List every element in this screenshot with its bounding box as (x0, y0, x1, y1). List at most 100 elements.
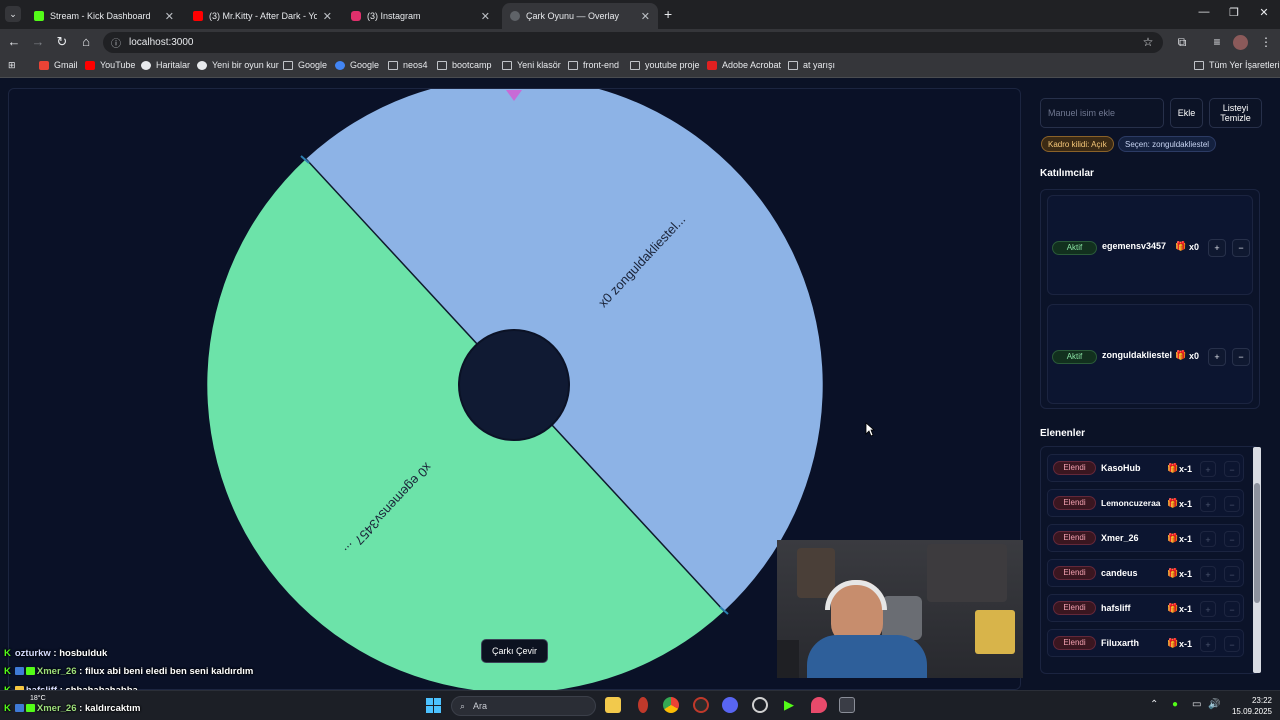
scrollbar-thumb[interactable] (1254, 483, 1260, 603)
decrement-button[interactable]: − (1224, 636, 1240, 652)
kick-icon: K (4, 648, 11, 659)
extensions-icon[interactable]: ⧉ (1174, 35, 1190, 50)
eliminated-name: KasoHub (1101, 463, 1141, 473)
gift-icon: 🎁 (1175, 350, 1187, 360)
increment-button[interactable]: + (1200, 601, 1216, 617)
microphone-icon (777, 640, 799, 678)
terminal-icon[interactable] (839, 697, 855, 713)
wheel-hub (458, 329, 570, 441)
app-pin-icon[interactable] (811, 697, 827, 713)
eliminated-name: hafsliff (1101, 603, 1131, 613)
chrome-icon[interactable] (663, 697, 679, 713)
mouse-cursor-icon (865, 422, 875, 437)
microphone-tray-icon[interactable]: ● (1172, 699, 1178, 710)
increment-button[interactable]: + (1200, 636, 1216, 652)
profile-avatar[interactable] (1233, 35, 1248, 50)
eliminated-name: Xmer_26 (1101, 533, 1139, 543)
webcam-overlay (777, 540, 1023, 678)
participant-card: Aktif egemensv3457 🎁 x0 + − (1047, 195, 1253, 295)
decrement-button[interactable]: − (1224, 461, 1240, 477)
increment-button[interactable]: + (1200, 461, 1216, 477)
tray-overflow-icon[interactable]: ⌃ (1150, 699, 1158, 710)
poster-decoration (975, 610, 1015, 654)
bookmark-star-icon[interactable]: ☆ (1140, 35, 1156, 49)
eliminated-title: Elenenler (1040, 428, 1086, 439)
clear-list-button[interactable]: Listeyi Temizle (1209, 98, 1262, 128)
status-badge: Aktif (1052, 350, 1097, 364)
decrement-button[interactable]: − (1232, 239, 1250, 257)
status-badge: Aktif (1052, 241, 1097, 255)
eliminated-name: Lemoncuzeraa (1101, 498, 1161, 508)
increment-button[interactable]: + (1208, 348, 1226, 366)
weather-widget[interactable]: 18°C (30, 695, 46, 702)
restore-icon[interactable]: ❐ (1224, 6, 1244, 19)
window-close-icon[interactable]: ✕ (1254, 6, 1274, 19)
eliminated-row: Elendi Xmer_26 🎁 x-1 + − (1047, 524, 1244, 552)
discord-icon[interactable] (722, 697, 738, 713)
roster-lock-chip[interactable]: Kadro kilidi: Açık (1041, 136, 1114, 152)
shelf-decoration (927, 544, 1007, 602)
eliminated-count: x-1 (1179, 534, 1193, 544)
eliminated-count: x-1 (1179, 639, 1193, 649)
subscriber-badge-icon (14, 667, 24, 675)
spin-wheel-button[interactable]: Çarkı Çevir (481, 639, 548, 663)
network-icon[interactable]: ▭ (1192, 699, 1201, 710)
chat-username: ozturkw (14, 648, 51, 659)
eliminated-row: Elendi candeus 🎁 x-1 + − (1047, 559, 1244, 587)
media-controls-icon[interactable]: ≡ (1209, 35, 1225, 49)
chat-text: : filux abi beni eledi ben seni kaldırdı… (76, 666, 254, 677)
decrement-button[interactable]: − (1224, 496, 1240, 512)
kick-app-icon[interactable]: ▶ (781, 697, 797, 713)
decrement-button[interactable]: − (1232, 348, 1250, 366)
participant-card: Aktif zonguldakliestel 🎁 x0 + − (1047, 304, 1253, 404)
obs-icon[interactable] (752, 697, 768, 713)
windows-start-icon[interactable] (426, 698, 441, 713)
folder-icon (1194, 60, 1204, 70)
chat-username: Xmer_26 (36, 666, 77, 677)
clear-label-line2: Temizle (1220, 113, 1251, 123)
taskbar-search[interactable]: ⌕ Ara (451, 696, 596, 716)
eliminated-scrollbar[interactable] (1253, 447, 1261, 673)
add-button[interactable]: Ekle (1170, 98, 1203, 128)
clock-date: 15.09.2025 (1231, 707, 1272, 716)
volume-icon[interactable]: 🔊 (1208, 699, 1220, 710)
eliminated-row: Elendi Filuxarth 🎁 x-1 + − (1047, 629, 1244, 657)
menu-dots-icon[interactable]: ⋮ (1258, 35, 1274, 49)
clock-time: 23:22 (1251, 696, 1272, 705)
gift-icon: 🎁 (1175, 241, 1187, 251)
app-record-icon[interactable] (693, 697, 709, 713)
decrement-button[interactable]: − (1224, 566, 1240, 582)
chat-message: K Xmer_26 : filux abi beni eledi ben seni… (4, 666, 253, 677)
participants-title: Katılımcılar (1040, 168, 1094, 179)
status-badge: Elendi (1053, 566, 1096, 580)
participants-list: Aktif egemensv3457 🎁 x0 + − Aktif zongul… (1040, 189, 1260, 409)
status-badge: Elendi (1053, 636, 1096, 650)
eliminated-count: x-1 (1179, 569, 1193, 579)
manual-name-input[interactable] (1040, 98, 1164, 128)
status-badge: Elendi (1053, 461, 1096, 475)
decrement-button[interactable]: − (1224, 531, 1240, 547)
gifter-badge-icon (25, 704, 35, 712)
app-red-icon[interactable] (638, 697, 648, 713)
decrement-button[interactable]: − (1224, 601, 1240, 617)
increment-button[interactable]: + (1200, 496, 1216, 512)
bookmark-all[interactable]: Tüm Yer İşaretleri (1194, 60, 1280, 70)
file-explorer-icon[interactable] (605, 697, 621, 713)
increment-button[interactable]: + (1200, 566, 1216, 582)
eliminated-row: Elendi hafsliff 🎁 x-1 + − (1047, 594, 1244, 622)
increment-button[interactable]: + (1208, 239, 1226, 257)
status-badge: Elendi (1053, 496, 1096, 510)
eliminated-count: x-1 (1179, 464, 1193, 474)
eliminated-count: x-1 (1179, 604, 1193, 614)
chat-username: Xmer_26 (36, 703, 77, 714)
taskbar-clock[interactable]: 23:22 15.09.2025 (1226, 695, 1272, 717)
eliminated-list: Elendi KasoHub 🎁 x-1 + − Elendi Lemoncuz… (1040, 446, 1260, 674)
chat-message: K Xmer_26 : kaldırcaktım (4, 703, 140, 714)
minimize-icon[interactable]: — (1194, 6, 1214, 18)
gift-icon: 🎁 (1167, 568, 1179, 578)
status-badge: Elendi (1053, 601, 1096, 615)
chair-decoration (882, 596, 922, 640)
eliminated-count: x-1 (1179, 499, 1193, 509)
increment-button[interactable]: + (1200, 531, 1216, 547)
streamer-shirt (807, 635, 927, 678)
